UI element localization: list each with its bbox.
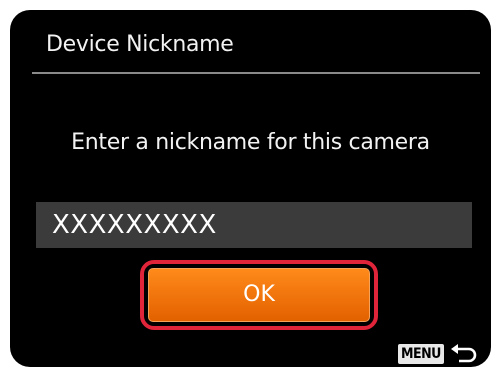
- page-title: Device Nickname: [46, 32, 234, 57]
- ok-button[interactable]: OK: [148, 268, 370, 322]
- nickname-input[interactable]: XXXXXXXXX: [36, 202, 472, 248]
- return-arrow-icon: [450, 344, 477, 363]
- camera-frame: Device Nickname Enter a nickname for thi…: [0, 0, 501, 377]
- camera-screen: Device Nickname Enter a nickname for thi…: [10, 10, 491, 367]
- title-divider: [32, 72, 480, 74]
- menu-badge: MENU: [398, 344, 444, 364]
- menu-back-hint[interactable]: MENU: [398, 342, 478, 366]
- nickname-prompt: Enter a nickname for this camera: [71, 130, 430, 155]
